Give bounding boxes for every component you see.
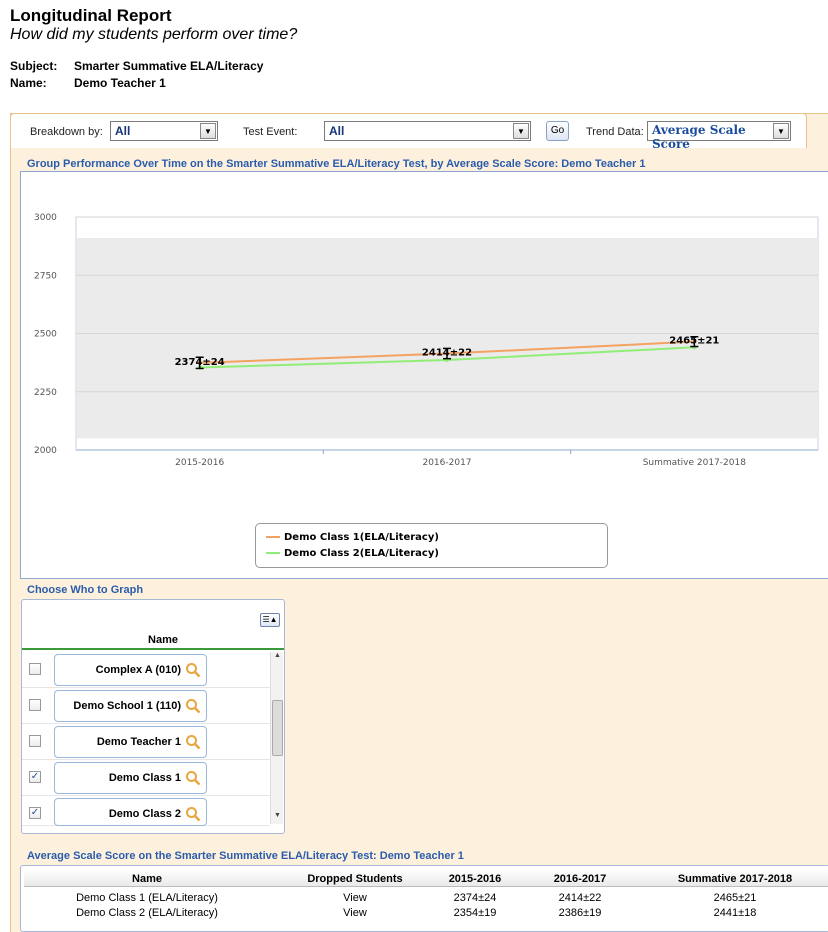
chevron-down-icon: ▼ bbox=[773, 123, 789, 139]
name-value: Demo Teacher 1 bbox=[74, 76, 166, 90]
go-button[interactable]: Go bbox=[546, 121, 569, 141]
col-header-2016[interactable]: 2016-2017 bbox=[545, 873, 615, 885]
legend-item-series-2[interactable]: Demo Class 2(ELA/Literacy) bbox=[266, 548, 439, 559]
subject-value: Smarter Summative ELA/Literacy bbox=[74, 59, 264, 73]
x-tick-label: 2015-2016 bbox=[175, 458, 224, 468]
row-name: Demo Class 1 bbox=[108, 772, 181, 784]
col-header-2017[interactable]: Summative 2017-2018 bbox=[660, 873, 810, 885]
legend-swatch-2 bbox=[266, 552, 280, 554]
chart-legend: Demo Class 1(ELA/Literacy) Demo Class 2(… bbox=[255, 523, 608, 568]
page-title: Longitudinal Report bbox=[10, 6, 172, 25]
row-name-button[interactable]: Demo Teacher 1 bbox=[54, 726, 207, 758]
name-label: Name: bbox=[10, 76, 47, 90]
test-event-label: Test Event: bbox=[243, 126, 298, 138]
grid-row: Complex A (010) bbox=[22, 652, 270, 688]
chevron-down-icon: ▼ bbox=[200, 123, 216, 139]
choose-who-title: Choose Who to Graph bbox=[27, 584, 144, 596]
legend-label-1: Demo Class 1(ELA/Literacy) bbox=[284, 532, 439, 543]
grid-row: Demo School 1 (110) bbox=[22, 688, 270, 724]
x-tick-label: 2016-2017 bbox=[422, 458, 471, 468]
scroll-down-icon[interactable]: ▼ bbox=[271, 812, 284, 824]
grid-scrollbar[interactable]: ▲ ▼ bbox=[270, 652, 283, 824]
col-header-2015[interactable]: 2015-2016 bbox=[440, 873, 510, 885]
breakdown-label: Breakdown by: bbox=[30, 126, 103, 138]
row-name-button[interactable]: Demo Class 2 bbox=[54, 798, 207, 826]
magnifier-icon[interactable] bbox=[185, 734, 201, 750]
col-header-name[interactable]: Name bbox=[50, 873, 244, 885]
data-label: 2414±22 bbox=[422, 348, 472, 359]
chart-section-title: Group Performance Over Time on the Smart… bbox=[27, 158, 646, 170]
data-label: 2465±21 bbox=[669, 336, 719, 347]
legend-swatch-1 bbox=[266, 536, 280, 538]
scroll-thumb[interactable] bbox=[272, 700, 283, 756]
grid-row: Demo Teacher 1 bbox=[22, 724, 270, 760]
report-meta: Subject: Smarter Summative ELA/Literacy N… bbox=[10, 58, 263, 92]
report-header: Longitudinal Report How did my students … bbox=[10, 6, 297, 44]
x-tick-label: Summative 2017-2018 bbox=[643, 458, 747, 468]
table-cell-score: 2414±22 bbox=[558, 892, 602, 904]
table-cell-score: 2354±19 bbox=[453, 907, 497, 919]
row-name: Complex A (010) bbox=[95, 664, 181, 676]
dropped-view-link[interactable]: View bbox=[295, 892, 415, 904]
column-menu-icon[interactable]: ☰▲ bbox=[260, 613, 280, 627]
subject-label: Subject: bbox=[10, 59, 58, 73]
table-title: Average Scale Score on the Smarter Summa… bbox=[27, 850, 464, 862]
legend-label-2: Demo Class 2(ELA/Literacy) bbox=[284, 548, 439, 559]
row-name-button[interactable]: Demo School 1 (110) bbox=[54, 690, 207, 722]
page-subtitle: How did my students perform over time? bbox=[10, 26, 298, 43]
data-label: 2374±24 bbox=[175, 357, 225, 368]
breakdown-select[interactable]: All ▼ bbox=[110, 121, 218, 141]
grid-header-name[interactable]: Name bbox=[22, 630, 284, 650]
col-header-dropped[interactable]: Dropped Students bbox=[295, 873, 415, 885]
grid-row: ✓ Demo Class 1 bbox=[22, 760, 270, 796]
magnifier-icon[interactable] bbox=[185, 698, 201, 714]
y-tick-label: 3000 bbox=[34, 213, 57, 223]
breakdown-value: All bbox=[115, 124, 131, 138]
table-cell-score: 2374±24 bbox=[453, 892, 497, 904]
y-tick-label: 2750 bbox=[34, 271, 57, 281]
row-checkbox[interactable]: ✓ bbox=[29, 771, 41, 783]
dropped-view-link[interactable]: View bbox=[295, 907, 415, 919]
row-checkbox[interactable]: ✓ bbox=[29, 807, 41, 819]
trend-label: Trend Data: bbox=[586, 126, 644, 138]
table-cell-score: 2386±19 bbox=[558, 907, 602, 919]
trend-select[interactable]: Average Scale Score ▼ bbox=[647, 121, 791, 151]
scroll-up-icon[interactable]: ▲ bbox=[271, 652, 284, 664]
table-cell-score: 2441±18 bbox=[713, 907, 757, 919]
y-tick-label: 2500 bbox=[34, 330, 57, 340]
magnifier-icon[interactable] bbox=[185, 770, 201, 786]
grid-row: ✓ Demo Class 2 bbox=[22, 796, 270, 826]
table-cell-name: Demo Class 1 (ELA/Literacy) bbox=[76, 892, 218, 904]
row-name: Demo Teacher 1 bbox=[96, 736, 181, 748]
row-name: Demo School 1 (110) bbox=[73, 700, 181, 712]
y-tick-label: 2000 bbox=[34, 446, 57, 456]
chevron-down-icon: ▼ bbox=[513, 123, 529, 139]
row-name-button[interactable]: Complex A (010) bbox=[54, 654, 207, 686]
row-name-button[interactable]: Demo Class 1 bbox=[54, 762, 207, 794]
row-name: Demo Class 2 bbox=[108, 808, 181, 820]
legend-item-series-1[interactable]: Demo Class 1(ELA/Literacy) bbox=[266, 532, 439, 543]
table-cell-name: Demo Class 2 (ELA/Literacy) bbox=[76, 907, 218, 919]
test-event-select[interactable]: All ▼ bbox=[324, 121, 531, 141]
magnifier-icon[interactable] bbox=[185, 662, 201, 678]
performance-chart: 3000 2750 2500 2250 2000 2015-2016 2016-2017 Su… bbox=[34, 213, 819, 468]
magnifier-icon[interactable] bbox=[185, 806, 201, 822]
test-event-value: All bbox=[329, 124, 345, 138]
row-checkbox[interactable] bbox=[29, 699, 41, 711]
y-tick-label: 2250 bbox=[34, 388, 57, 398]
row-checkbox[interactable] bbox=[29, 735, 41, 747]
row-checkbox[interactable] bbox=[29, 663, 41, 675]
table-cell-score: 2465±21 bbox=[713, 892, 757, 904]
